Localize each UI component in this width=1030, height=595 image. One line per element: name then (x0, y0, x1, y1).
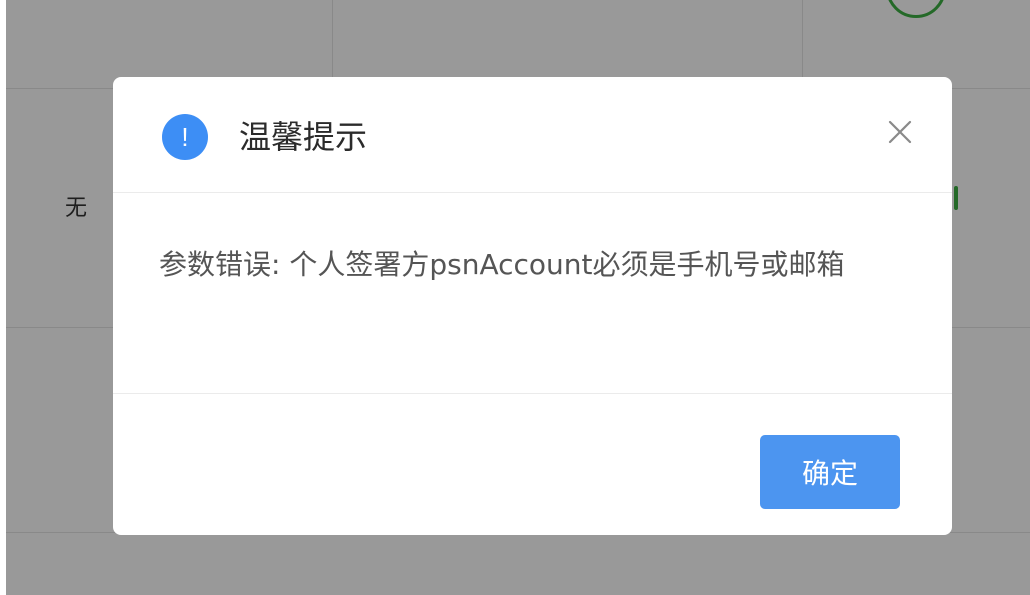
dialog-message: 参数错误: 个人签署方psnAccount必须是手机号或邮箱 (159, 248, 845, 281)
close-icon (888, 120, 912, 144)
window-edge (0, 0, 6, 595)
dialog-title: 温馨提示 (239, 118, 368, 156)
dialog-header: ! 温馨提示 (113, 77, 952, 192)
warning-dialog: ! 温馨提示 参数错误: 个人签署方psnAccount必须是手机号或邮箱 确定 (113, 77, 952, 535)
info-exclamation-icon: ! (162, 114, 208, 160)
screen: 无 ! 温馨提示 参数错误: 个人签署方psnAccount必须是手机号或邮箱 … (0, 0, 1030, 595)
header-divider (113, 192, 952, 193)
close-button[interactable] (883, 115, 917, 149)
confirm-button[interactable]: 确定 (760, 435, 900, 509)
footer-divider (113, 393, 952, 394)
